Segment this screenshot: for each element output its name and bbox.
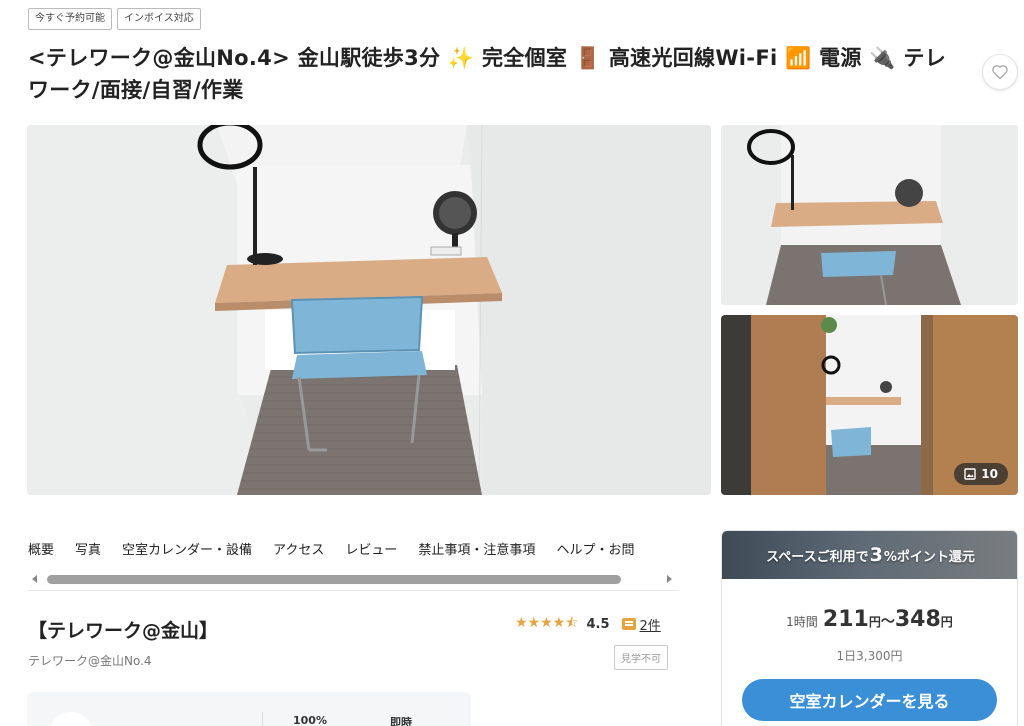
daily-price: 1日3,300円 xyxy=(836,649,903,663)
avatar xyxy=(49,712,93,726)
price-yen: 円 xyxy=(940,615,953,629)
space-subtitle: テレワーク@金山No.4 xyxy=(28,654,152,668)
banner-text-percent: 3 xyxy=(869,544,883,566)
tab-help[interactable]: ヘルプ・お問 xyxy=(556,540,634,562)
divider xyxy=(28,590,678,591)
scroll-right-arrow-icon[interactable] xyxy=(667,575,672,583)
price-separator: 〜 xyxy=(880,614,895,630)
main-photo[interactable] xyxy=(27,125,711,495)
review-count-link[interactable]: 2件 xyxy=(640,615,661,634)
hourly-price: 1時間 211円〜348円 xyxy=(722,607,1017,632)
photo-count-badge[interactable]: 10 xyxy=(954,463,1008,485)
tab-photos[interactable]: 写真 xyxy=(75,540,101,562)
rating-value: 4.5 xyxy=(586,616,610,632)
banner-text-post: %ポイント還元 xyxy=(883,549,975,565)
tab-calendar[interactable]: 空室カレンダー・設備 xyxy=(122,540,252,562)
price-min: 211 xyxy=(822,607,869,632)
tag-invoice: インボイス対応 xyxy=(117,8,201,30)
tag-list: 今すぐ予約可能 インボイス対応 xyxy=(28,8,201,30)
star-rating-icon: ★★★★⯪ xyxy=(515,615,579,631)
view-calendar-button[interactable]: 空室カレンダーを見る xyxy=(742,679,997,721)
points-banner: スペースご利用で 3 %ポイント還元 xyxy=(722,531,1017,579)
favorite-button[interactable] xyxy=(982,54,1018,90)
rating: ★★★★⯪ 4.5 2件 xyxy=(515,612,661,636)
price-yen: 円 xyxy=(868,615,881,629)
visit-badge: 見学不可 xyxy=(614,645,668,670)
space-name: 【テレワーク@金山】 xyxy=(28,620,219,642)
image-icon xyxy=(964,468,976,480)
page-title: <テレワーク@金山No.4> 金山駅徒歩3分 ✨ 完全個室 🚪 高速光回線Wi-… xyxy=(28,46,947,102)
tab-access[interactable]: アクセス xyxy=(273,540,324,562)
tab-rules[interactable]: 禁止事項・注意事項 xyxy=(418,540,535,562)
nav-scrollbar[interactable] xyxy=(28,572,678,588)
review-comment-icon xyxy=(621,618,636,630)
scroll-thumb[interactable] xyxy=(47,575,621,584)
stat-instant: 即時 xyxy=(390,716,412,726)
host-stats-card: 100% 即時 xyxy=(27,692,471,726)
section-nav: 概要 写真 空室カレンダー・設備 アクセス レビュー 禁止事項・注意事項 ヘルプ… xyxy=(28,540,678,562)
banner-text-pre: スペースご利用で xyxy=(766,549,869,565)
side-photo-2[interactable]: 10 xyxy=(721,315,1018,495)
stat-response-rate: 100% xyxy=(293,714,327,726)
side-photo-1[interactable] xyxy=(721,125,1018,305)
tag-instant-booking: 今すぐ予約可能 xyxy=(28,8,112,30)
booking-card: スペースご利用で 3 %ポイント還元 1時間 211円〜348円 1日3,300… xyxy=(721,530,1018,726)
price-unit: 1時間 xyxy=(786,615,818,629)
tab-reviews[interactable]: レビュー xyxy=(345,540,397,562)
price-max: 348 xyxy=(894,607,941,632)
scroll-left-arrow-icon[interactable] xyxy=(32,575,37,583)
tab-overview[interactable]: 概要 xyxy=(28,540,54,562)
divider xyxy=(262,712,263,726)
heart-outline-icon xyxy=(992,65,1008,80)
photo-count-label: 10 xyxy=(981,467,998,481)
